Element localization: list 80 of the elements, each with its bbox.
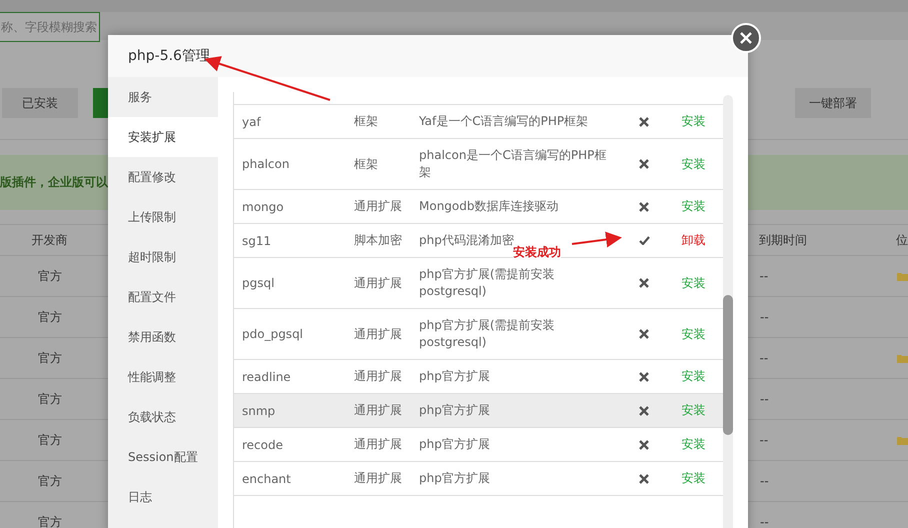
table-cell-text: 脚本加密: [354, 232, 403, 249]
action-link[interactable]: 安装: [682, 403, 706, 417]
table-cell-text: --: [760, 351, 770, 365]
annotation-arrow: [572, 232, 622, 248]
sidebar-item[interactable]: 配置文件: [108, 277, 218, 317]
table-cell-text: 框架: [354, 113, 379, 130]
table-cell-text: --: [760, 310, 770, 324]
folder-icon[interactable]: [897, 436, 908, 444]
table-cell-text: yaf: [241, 114, 262, 128]
table-cell-text: enchant: [241, 472, 292, 486]
table-cell-text: --: [760, 474, 770, 488]
table-cell-text: 框架: [354, 156, 379, 172]
table-cell-text: 官方: [37, 390, 63, 408]
close-icon: [740, 32, 752, 44]
table-cell: php官方扩展(需提前安装postgresql): [419, 318, 555, 349]
table-cell: Yaf是一个C语言编写的PHP框架: [419, 114, 588, 128]
column-header: 位: [896, 232, 908, 248]
action-link[interactable]: 安装: [682, 114, 706, 128]
table-cell-text: mongo: [241, 200, 285, 214]
table-cell-text: --: [760, 515, 770, 528]
sidebar-item[interactable]: 日志: [108, 477, 218, 517]
action-link[interactable]: 卸载: [682, 233, 706, 247]
action-link[interactable]: 安装: [682, 156, 706, 170]
table-cell-text: snmp: [241, 404, 276, 418]
table-cell-text: 通用扩展: [354, 436, 403, 453]
table-cell-text: 通用扩展: [354, 368, 403, 385]
table-cell: php官方扩展: [419, 437, 490, 451]
sidebar-item[interactable]: 配置修改: [108, 157, 218, 197]
table-cell-text: sg11: [241, 234, 272, 248]
table-cell-text: 通用扩展: [354, 198, 403, 215]
sidebar-item[interactable]: 禁用函数: [108, 317, 218, 357]
table-cell-text: 通用扩展: [354, 470, 403, 487]
table-cell-text: 官方: [36, 432, 63, 448]
table-cell: php官方扩展(需提前安装postgresql): [419, 267, 555, 298]
table-cell-text: --: [760, 392, 770, 406]
table-cell-text: 官方: [36, 268, 63, 284]
table-cell: php官方扩展: [419, 471, 490, 485]
sidebar-item[interactable]: 超时限制: [108, 237, 218, 277]
search-field[interactable]: 称、字段模糊搜索: [0, 12, 100, 42]
table-cell: phalcon是一个C语言编写的PHP框架: [419, 148, 606, 179]
table-cell-text: --: [760, 269, 770, 283]
folder-icon[interactable]: [897, 354, 908, 362]
table-cell-text: recode: [241, 438, 284, 452]
action-link[interactable]: 安装: [682, 437, 706, 451]
sidebar-item[interactable]: 安装扩展: [108, 117, 218, 157]
table-cell-text: 官方: [37, 472, 63, 490]
sidebar-item[interactable]: 性能调整: [108, 357, 218, 397]
table-cell-text: 通用扩展: [354, 326, 403, 342]
table-cell: php官方扩展: [419, 403, 490, 417]
sidebar-item[interactable]: Session配置: [108, 437, 218, 477]
action-link[interactable]: 安装: [682, 369, 706, 383]
column-header: 开发商: [30, 232, 68, 248]
action-link[interactable]: 安装: [682, 326, 706, 340]
sidebar-item[interactable]: 上传限制: [108, 197, 218, 237]
tab-button[interactable]: 一键部署: [795, 88, 871, 118]
table-cell: Mongodb数据库连接驱动: [419, 199, 558, 213]
table-cell-text: readline: [241, 370, 292, 384]
annotation-label: 安装成功: [513, 246, 561, 259]
action-link[interactable]: 安装: [682, 276, 706, 290]
column-header: 到期时间: [759, 232, 808, 248]
scrollbar-thumb[interactable]: [723, 295, 733, 435]
table-cell-text: 通用扩展: [354, 274, 403, 292]
table-cell-text: 官方: [37, 308, 63, 326]
sidebar-item[interactable]: 负载状态: [108, 397, 218, 437]
dialog-title: php-5.6管理: [128, 47, 210, 65]
folder-icon[interactable]: [897, 272, 908, 280]
notice-text: 版插件，企业版可以: [0, 174, 108, 191]
table-cell-text: --: [760, 433, 770, 447]
table-cell-text: 官方: [36, 350, 63, 366]
table-cell: php官方扩展: [419, 369, 490, 383]
table-cell: php代码混淆加密: [419, 233, 514, 247]
sidebar-item[interactable]: 服务: [108, 77, 218, 117]
table-cell-text: pdo_pgsql: [241, 327, 304, 341]
table-cell-text: phalcon: [241, 157, 290, 171]
table-cell-text: 官方: [37, 514, 63, 528]
tab-button[interactable]: 已安装: [2, 88, 78, 118]
table-cell-text: pgsql: [241, 276, 276, 290]
action-link[interactable]: 安装: [682, 199, 706, 213]
table-cell-text: 通用扩展: [354, 402, 403, 419]
action-link[interactable]: 安装: [682, 471, 706, 485]
